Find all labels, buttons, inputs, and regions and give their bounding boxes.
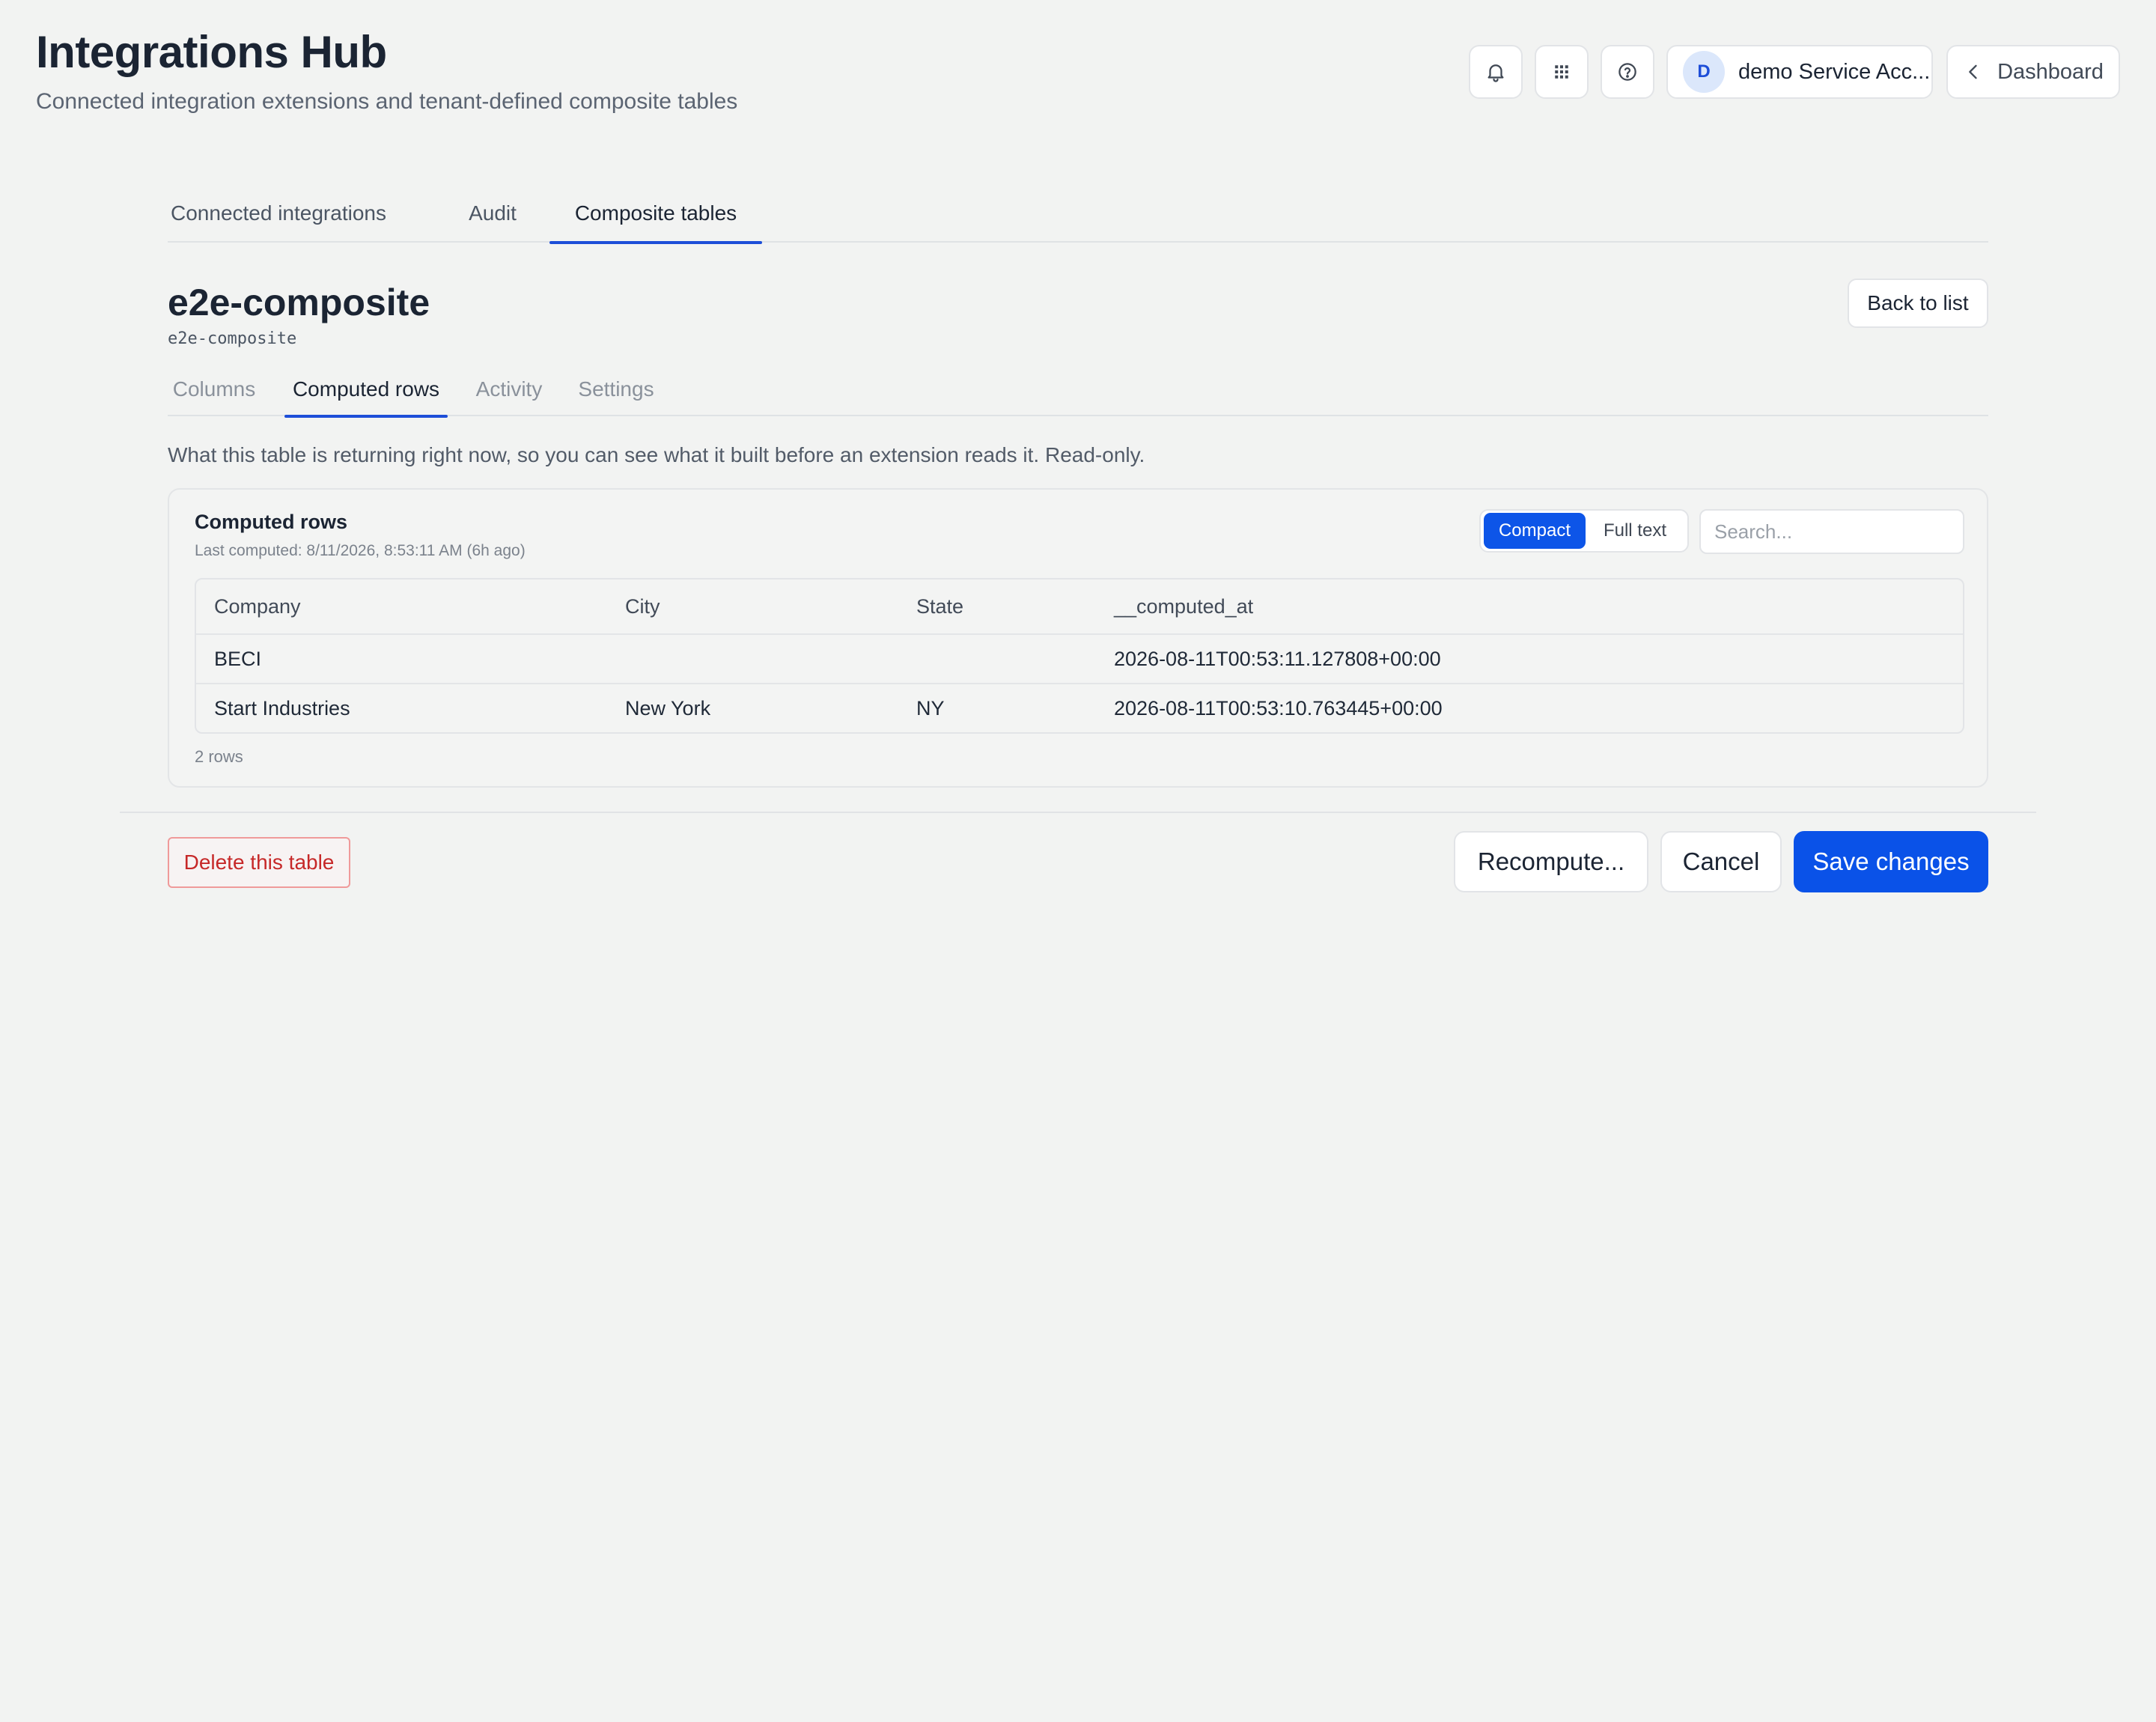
avatar: D	[1683, 51, 1725, 93]
cancel-button[interactable]: Cancel	[1660, 831, 1782, 892]
cell-state: NY	[916, 696, 945, 719]
apps-grid-icon	[1555, 65, 1568, 79]
table-name-heading: e2e-composite	[168, 282, 430, 323]
search-input[interactable]	[1699, 509, 1964, 554]
table-slug: e2e-composite	[168, 329, 297, 348]
cell-company: Start Industries	[214, 696, 350, 719]
cell-computed-at: 2026-08-11T00:53:11.127808+00:00	[1114, 647, 1441, 670]
view-mode-toggle: Compact Full text	[1479, 509, 1689, 553]
help-icon	[1618, 63, 1636, 81]
apps-button[interactable]	[1535, 45, 1589, 99]
back-to-list-button[interactable]: Back to list	[1848, 279, 1988, 328]
tab-columns[interactable]: Columns	[168, 362, 261, 416]
computed-rows-description: What this table is returning right now, …	[168, 443, 1145, 466]
delete-table-button[interactable]: Delete this table	[168, 837, 350, 888]
dashboard-label: Dashboard	[1997, 59, 2104, 84]
row-count: 2 rows	[195, 747, 243, 766]
dashboard-button[interactable]: Dashboard	[1946, 45, 2120, 99]
column-header-city[interactable]: City	[625, 595, 660, 618]
column-header-company[interactable]: Company	[214, 595, 301, 618]
table-header-row: Company City State __computed_at	[196, 579, 1963, 633]
cell-city: New York	[625, 696, 711, 719]
computed-rows-card: Computed rows Last computed: 8/11/2026, …	[168, 488, 1988, 788]
card-title: Computed rows	[195, 511, 348, 533]
bell-icon	[1487, 64, 1504, 82]
account-name: demo Service Acc...	[1738, 59, 1931, 84]
table-sub-tabs: Columns Computed rows Activity Settings	[168, 362, 1988, 418]
cell-company: BECI	[214, 647, 262, 670]
save-changes-button[interactable]: Save changes	[1794, 831, 1988, 892]
tab-audit[interactable]: Audit	[442, 184, 543, 243]
table-row: Start Industries New York NY 2026-08-11T…	[196, 683, 1963, 732]
column-header-computed-at[interactable]: __computed_at	[1114, 595, 1253, 618]
chevron-left-icon	[1969, 64, 1977, 79]
table-row: BECI 2026-08-11T00:53:11.127808+00:00	[196, 633, 1963, 683]
tab-computed-rows[interactable]: Computed rows	[284, 362, 448, 418]
full-text-view-button[interactable]: Full text	[1586, 513, 1684, 549]
integrations-hub-page: Integrations Hub Connected integration e…	[0, 0, 2156, 1722]
column-header-state[interactable]: State	[916, 595, 963, 618]
tab-composite-tables[interactable]: Composite tables	[549, 184, 762, 244]
last-computed-text: Last computed: 8/11/2026, 8:53:11 AM (6h…	[195, 542, 526, 559]
page-subtitle: Connected integration extensions and ten…	[36, 89, 738, 114]
footer-divider	[120, 812, 2036, 813]
tab-connected-integrations[interactable]: Connected integrations	[168, 184, 389, 243]
tab-settings[interactable]: Settings	[575, 362, 657, 416]
main-tabs: Connected integrations Audit Composite t…	[168, 184, 1988, 244]
page-title: Integrations Hub	[36, 27, 387, 77]
help-button[interactable]	[1601, 45, 1654, 99]
computed-rows-table: Company City State __computed_at BECI 20…	[195, 578, 1964, 734]
cell-computed-at: 2026-08-11T00:53:10.763445+00:00	[1114, 696, 1443, 719]
account-menu-button[interactable]: D demo Service Acc...	[1666, 45, 1933, 99]
tab-activity[interactable]: Activity	[467, 362, 551, 416]
recompute-button[interactable]: Recompute...	[1454, 831, 1648, 892]
notifications-button[interactable]	[1469, 45, 1523, 99]
compact-view-button[interactable]: Compact	[1484, 513, 1586, 549]
